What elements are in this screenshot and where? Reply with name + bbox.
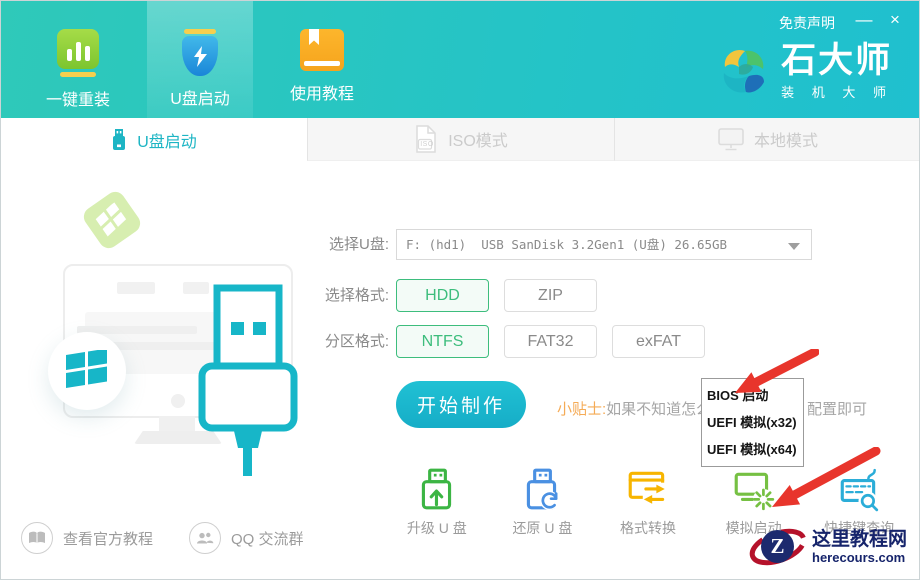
boot-mode-menu: BIOS 启动 UEFI 模拟(x32) UEFI 模拟(x64) (701, 378, 804, 467)
simulate-boot-icon (731, 467, 777, 513)
watermark-domain: herecours.com (812, 550, 907, 565)
disclaimer-link[interactable]: 免责声明 (779, 13, 835, 33)
iso-file-icon: ISO (414, 125, 438, 153)
brand-logo: 石大师 装 机 大 师 (715, 43, 893, 101)
windows-tile-decoration (80, 188, 144, 252)
site-watermark: Z 这里教程网 herecours.com (749, 520, 907, 574)
partition-option-fat32[interactable]: FAT32 (504, 325, 597, 358)
brand-name: 石大师 (781, 43, 893, 79)
tab-label: U盘启动 (137, 128, 197, 152)
watermark-name: 这里教程网 (812, 529, 907, 550)
tab-local-mode[interactable]: 本地模式 (614, 118, 920, 161)
header-bar: 一键重装 U盘启动 使用教程 免责声明 — × (1, 1, 919, 118)
toolbar-item-usb-boot[interactable]: U盘启动 (147, 1, 253, 118)
book-outline-icon (21, 522, 53, 554)
toolbar-item-label: 一键重装 (46, 86, 110, 110)
mode-tabs: U盘启动 ISO ISO模式 本地模式 (1, 118, 920, 161)
tip-text-right: 配置即可 (807, 398, 867, 419)
boot-menu-item-bios[interactable]: BIOS 启动 (702, 382, 803, 409)
chart-icon-base (60, 72, 96, 77)
usb-plug-illustration (193, 284, 301, 476)
tab-usb-boot[interactable]: U盘启动 (1, 118, 307, 161)
start-button[interactable]: 开始制作 (396, 381, 526, 428)
format-option-hdd[interactable]: HDD (396, 279, 489, 312)
tab-iso-mode[interactable]: ISO ISO模式 (307, 118, 614, 161)
usb-select-value: F: (hd1) USB SanDisk 3.2Gen1 (U盘) 26.65G… (397, 230, 811, 259)
toolbar-item-label: 使用教程 (290, 80, 354, 104)
action-label: 升级 U 盘 (407, 518, 467, 538)
toolbar-item-tutorial[interactable]: 使用教程 (265, 1, 379, 118)
boot-menu-item-uefi-x32[interactable]: UEFI 模拟(x32) (702, 409, 803, 436)
tip-prefix: 小贴士: (557, 401, 606, 418)
minimize-button[interactable]: — (853, 10, 875, 30)
action-label: 格式转换 (620, 518, 676, 538)
chart-icon (57, 29, 99, 69)
monitor-icon (718, 128, 744, 151)
action-label: 还原 U 盘 (512, 518, 572, 538)
format-option-zip[interactable]: ZIP (504, 279, 597, 312)
qq-group-link[interactable]: QQ 交流群 (189, 522, 304, 554)
format-convert-icon (625, 467, 671, 513)
usb-restore-icon (519, 467, 565, 513)
hotkey-query-icon (836, 467, 882, 513)
chevron-down-icon (788, 243, 800, 250)
tip-body-left: 如果不知道怎么 (606, 401, 711, 418)
tab-label: ISO模式 (448, 127, 508, 151)
people-group-icon (189, 522, 221, 554)
action-format-convert[interactable]: 格式转换 (595, 467, 701, 538)
usb-select-dropdown[interactable]: F: (hd1) USB SanDisk 3.2Gen1 (U盘) 26.65G… (396, 229, 812, 260)
format-label: 选择格式: (309, 279, 389, 312)
partition-label: 分区格式: (309, 325, 389, 358)
action-restore-usb[interactable]: 还原 U 盘 (490, 467, 596, 538)
monitor-stand-neck (159, 416, 195, 431)
usb-upgrade-icon (414, 467, 460, 513)
toolbar-item-reinstall[interactable]: 一键重装 (23, 1, 133, 118)
official-tutorial-link[interactable]: 查看官方教程 (21, 522, 153, 554)
windows-logo-badge (48, 332, 126, 410)
usb-stick-icon (111, 129, 127, 151)
tip-text-left: 小贴士:如果不知道怎么 (557, 398, 711, 419)
toolbar-item-label: U盘启动 (170, 85, 230, 109)
footer-link-label: QQ 交流群 (231, 528, 304, 549)
iso-icon-text: ISO (420, 141, 434, 148)
tab-label: 本地模式 (754, 127, 818, 151)
partition-option-exfat[interactable]: exFAT (612, 325, 705, 358)
brand-subtitle: 装 机 大 师 (781, 82, 893, 101)
watermark-logo-icon: Z (749, 520, 807, 574)
footer-link-label: 查看官方教程 (63, 528, 153, 549)
brand-swirl-icon (715, 43, 771, 101)
partition-option-ntfs[interactable]: NTFS (396, 325, 489, 358)
app-window: 一键重装 U盘启动 使用教程 免责声明 — × (0, 0, 920, 580)
action-upgrade-usb[interactable]: 升级 U 盘 (384, 467, 490, 538)
watermark-letter: Z (761, 530, 794, 563)
boot-menu-item-uefi-x64[interactable]: UEFI 模拟(x64) (702, 436, 803, 463)
book-icon (300, 29, 344, 71)
shield-lightning-icon (182, 29, 218, 76)
usb-select-label: 选择U盘: (309, 229, 389, 260)
close-button[interactable]: × (884, 10, 906, 30)
